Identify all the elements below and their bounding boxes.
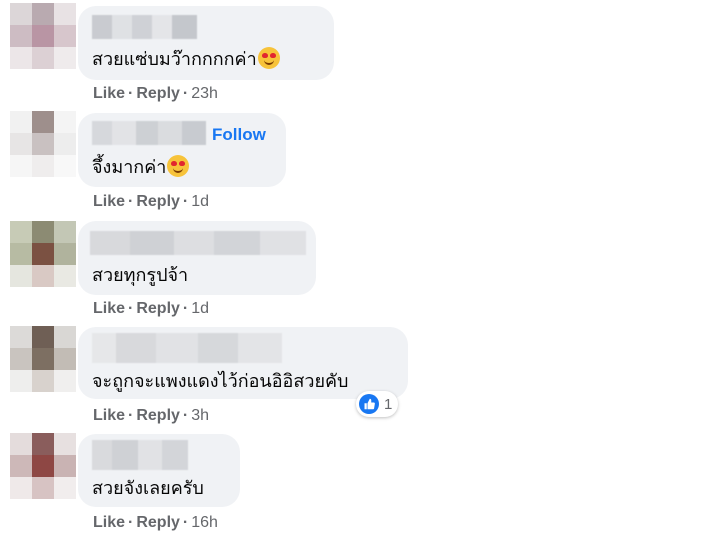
- comment-bubble: จะถูกจะแพงแดงไว้ก่อนอิอิสวยคับ: [78, 327, 408, 399]
- comment-text: สวยทุกรูปจ้า: [92, 265, 189, 286]
- reaction-count: 1: [384, 395, 393, 413]
- blurred-author-name[interactable]: [92, 333, 282, 363]
- separator: ·: [182, 85, 189, 102]
- comment-text: สวยแซ่บมว๊ากกกกค่า: [92, 44, 280, 73]
- follow-button[interactable]: Follow: [212, 125, 266, 145]
- thumbs-up-icon: [359, 394, 379, 414]
- separator: ·: [128, 514, 134, 531]
- avatar[interactable]: [10, 326, 76, 392]
- comment-actions: Like · Reply · 23h: [93, 85, 218, 103]
- blurred-author-name[interactable]: [92, 440, 188, 470]
- comment-actions: Like · Reply · 1d: [93, 300, 209, 318]
- separator: ·: [182, 300, 189, 317]
- separator: ·: [182, 514, 189, 531]
- avatar[interactable]: [10, 111, 76, 177]
- blurred-author-name[interactable]: [92, 121, 206, 145]
- reply-link[interactable]: Reply: [136, 85, 180, 102]
- reply-link[interactable]: Reply: [136, 407, 180, 424]
- separator: ·: [128, 85, 134, 102]
- comment-actions: Like · Reply · 16h: [93, 514, 218, 532]
- avatar[interactable]: [10, 3, 76, 69]
- reply-link[interactable]: Reply: [136, 300, 180, 317]
- comment-text: จะถูกจะแพงแดงไว้ก่อนอิอิสวยคับ: [92, 371, 349, 392]
- blurred-author-name[interactable]: [92, 15, 197, 39]
- comment-text: จึ้งมากค่า: [92, 152, 190, 181]
- like-link[interactable]: Like: [93, 514, 125, 531]
- separator: ·: [182, 407, 189, 424]
- comment-bubble: สวยจังเลยครับ: [78, 434, 240, 507]
- comment-actions: Like · Reply · 1d: [93, 193, 209, 211]
- like-link[interactable]: Like: [93, 407, 125, 424]
- timestamp[interactable]: 3h: [191, 407, 209, 424]
- comment-bubble: Follow จึ้งมากค่า: [78, 113, 286, 187]
- smiling-face-with-hearts-icon: [257, 47, 280, 69]
- comment-bubble: สวยทุกรูปจ้า: [78, 221, 316, 295]
- timestamp[interactable]: 23h: [191, 85, 218, 102]
- separator: ·: [182, 193, 189, 210]
- reaction-summary[interactable]: 1: [356, 391, 399, 417]
- timestamp[interactable]: 1d: [191, 300, 209, 317]
- comment-actions: Like · Reply · 3h: [93, 407, 209, 425]
- timestamp[interactable]: 1d: [191, 193, 209, 210]
- blurred-author-name[interactable]: [90, 231, 306, 255]
- like-link[interactable]: Like: [93, 300, 125, 317]
- avatar[interactable]: [10, 221, 76, 287]
- comment-bubble: สวยแซ่บมว๊ากกกกค่า: [78, 6, 334, 80]
- separator: ·: [128, 300, 134, 317]
- reply-link[interactable]: Reply: [136, 193, 180, 210]
- like-link[interactable]: Like: [93, 85, 125, 102]
- heart-eyes-icon: [167, 155, 190, 177]
- like-link[interactable]: Like: [93, 193, 125, 210]
- reply-link[interactable]: Reply: [136, 514, 180, 531]
- separator: ·: [128, 193, 134, 210]
- comment-text: สวยจังเลยครับ: [92, 478, 204, 499]
- timestamp[interactable]: 16h: [191, 514, 218, 531]
- avatar[interactable]: [10, 433, 76, 499]
- separator: ·: [128, 407, 134, 424]
